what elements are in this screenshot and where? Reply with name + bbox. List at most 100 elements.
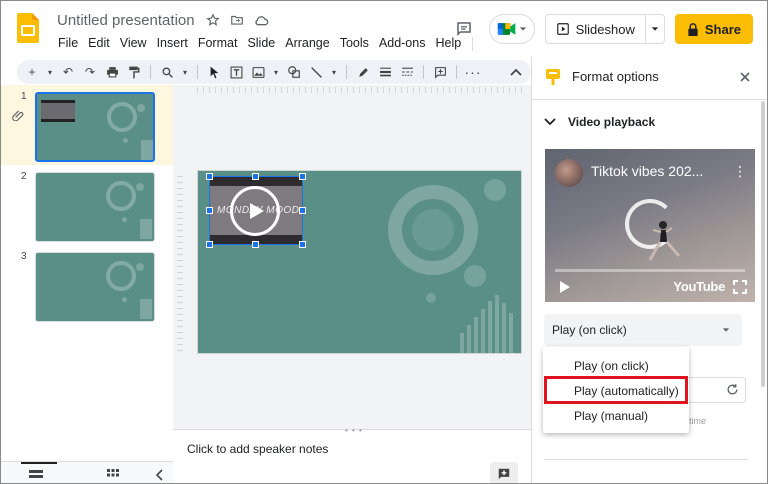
panel-divider xyxy=(532,99,767,100)
slide-thumbnail-1[interactable] xyxy=(35,92,155,162)
slide-number: 2 xyxy=(21,171,27,182)
filmstrip-footer xyxy=(1,461,173,483)
slide-thumbnail-3[interactable] xyxy=(35,252,155,322)
print-icon[interactable] xyxy=(103,63,121,81)
option-play-on-click[interactable]: Play (on click) xyxy=(543,353,689,378)
toolbar-separator xyxy=(150,65,151,79)
more-vert-icon[interactable]: ⋮ xyxy=(733,163,747,180)
panel-scrollbar[interactable] xyxy=(761,101,765,387)
text-box-icon[interactable] xyxy=(227,63,245,81)
playback-mode-select[interactable]: Play (on click) xyxy=(544,314,742,346)
menu-tools[interactable]: Tools xyxy=(335,35,374,53)
add-comment-icon[interactable] xyxy=(431,63,449,81)
decor-dot xyxy=(464,265,486,287)
close-icon[interactable] xyxy=(737,69,753,85)
chevron-down-icon[interactable]: ▾ xyxy=(271,63,281,81)
resize-handle[interactable] xyxy=(206,241,213,248)
star-icon[interactable] xyxy=(205,12,221,28)
video-title: Tiktok vibes 202... xyxy=(591,163,704,179)
document-title[interactable]: Untitled presentation xyxy=(57,12,195,29)
grid-view-icon[interactable] xyxy=(107,469,119,481)
resize-handle[interactable] xyxy=(299,173,306,180)
list-view-icon[interactable] xyxy=(29,470,43,480)
border-weight-icon[interactable] xyxy=(376,63,394,81)
menu-file[interactable]: File xyxy=(53,35,83,53)
thumb-dot xyxy=(122,297,127,302)
select-cursor-icon[interactable] xyxy=(205,63,223,81)
zoom-icon[interactable] xyxy=(158,63,176,81)
resize-handle[interactable] xyxy=(206,207,213,214)
chevron-down-icon[interactable]: ▾ xyxy=(180,63,190,81)
chevron-down-icon[interactable]: ▾ xyxy=(45,63,55,81)
chevron-down-icon[interactable]: ▾ xyxy=(329,63,339,81)
paint-format-icon[interactable] xyxy=(125,63,143,81)
slideshow-button[interactable]: Slideshow xyxy=(546,15,646,43)
chevron-left-icon[interactable] xyxy=(155,469,163,481)
refresh-icon[interactable] xyxy=(726,383,739,396)
add-to-slide-button[interactable] xyxy=(490,462,518,483)
option-play-manual[interactable]: Play (manual) xyxy=(543,403,689,428)
slides-logo-icon[interactable] xyxy=(17,13,39,43)
notes-resize-grip[interactable]: • • • xyxy=(345,426,363,435)
shape-icon[interactable] xyxy=(285,63,303,81)
resize-handle[interactable] xyxy=(206,173,213,180)
menu-slide[interactable]: Slide xyxy=(242,35,280,53)
chevron-down-icon xyxy=(519,27,526,31)
header: Untitled presentation File Edit View Ins… xyxy=(1,1,767,57)
border-color-icon[interactable] xyxy=(354,63,372,81)
resize-handle[interactable] xyxy=(252,173,259,180)
comment-icon[interactable] xyxy=(449,14,479,44)
share-label: Share xyxy=(704,21,741,37)
redo-icon[interactable]: ↷ xyxy=(81,63,99,81)
folder-move-icon[interactable] xyxy=(229,12,245,28)
more-icon[interactable]: ··· xyxy=(464,63,482,81)
meet-button[interactable] xyxy=(488,14,535,44)
thumb-dot xyxy=(137,104,145,112)
video-progress-bar[interactable] xyxy=(555,269,745,272)
selection-box xyxy=(209,176,303,245)
panel-title: Format options xyxy=(572,69,659,84)
vertical-ruler xyxy=(177,171,183,351)
header-actions: Slideshow Share xyxy=(449,14,753,44)
menu-format[interactable]: Format xyxy=(193,35,243,53)
share-button[interactable]: Share xyxy=(674,14,753,44)
play-icon[interactable] xyxy=(559,280,571,294)
thumb-ring xyxy=(107,102,137,132)
youtube-logo: YouTube xyxy=(673,279,725,294)
video-preview[interactable]: Tiktok vibes 202... ⋮ YouTube xyxy=(545,149,755,302)
menu-arrange[interactable]: Arrange xyxy=(280,35,334,53)
menu-view[interactable]: View xyxy=(115,35,152,53)
filmstrip: 1 2 3 xyxy=(1,85,173,483)
format-options-icon xyxy=(546,69,560,85)
thumb-dot xyxy=(122,217,127,222)
slideshow-icon xyxy=(556,23,569,35)
resize-handle[interactable] xyxy=(299,207,306,214)
attachment-icon xyxy=(12,110,24,121)
line-icon[interactable] xyxy=(307,63,325,81)
resize-handle[interactable] xyxy=(252,241,259,248)
channel-avatar xyxy=(555,159,583,187)
playback-mode-value: Play (on click) xyxy=(552,323,627,337)
image-icon[interactable] xyxy=(249,63,267,81)
speaker-notes[interactable]: Click to add speaker notes xyxy=(187,442,328,456)
cloud-icon[interactable] xyxy=(253,12,269,28)
menu-addons[interactable]: Add-ons xyxy=(374,35,431,53)
collapse-chevron-icon[interactable] xyxy=(507,63,525,81)
slideshow-dropdown-button[interactable] xyxy=(646,15,664,43)
slide-thumbnail-2[interactable] xyxy=(35,172,155,242)
thumb-bars xyxy=(140,219,152,239)
menu-edit[interactable]: Edit xyxy=(83,35,115,53)
chevron-down-icon xyxy=(722,328,730,332)
video-playback-section-header[interactable]: Video playback xyxy=(544,115,655,129)
undo-icon[interactable]: ↶ xyxy=(59,63,77,81)
start-time-field[interactable] xyxy=(682,377,746,403)
thumb-ring xyxy=(106,261,136,291)
app-window: Untitled presentation File Edit View Ins… xyxy=(0,0,768,484)
menu-insert[interactable]: Insert xyxy=(152,35,193,53)
fullscreen-icon[interactable] xyxy=(733,280,747,294)
resize-handle[interactable] xyxy=(299,241,306,248)
new-slide-icon[interactable]: + xyxy=(23,63,41,81)
dancer-figure xyxy=(648,221,681,261)
border-dash-icon[interactable] xyxy=(398,63,416,81)
slideshow-group: Slideshow xyxy=(544,14,665,44)
